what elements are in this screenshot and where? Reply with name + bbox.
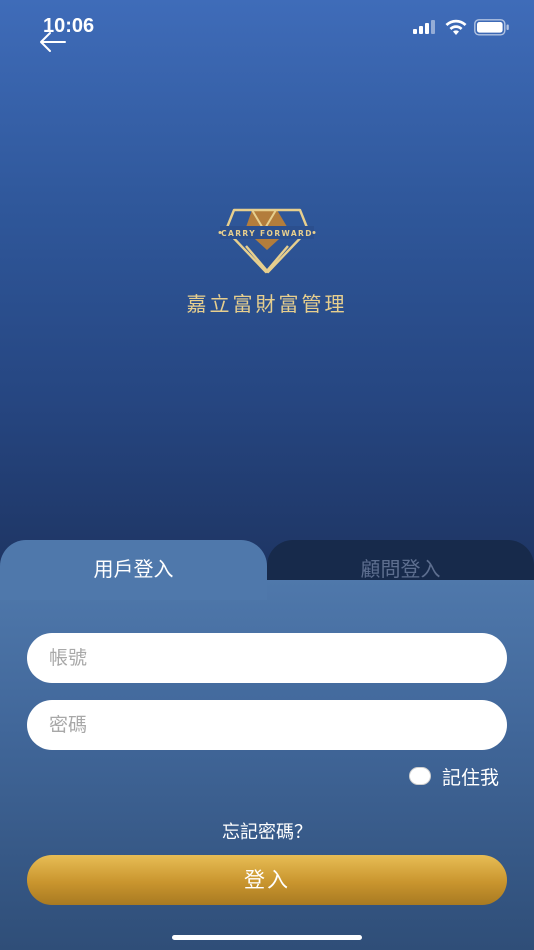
battery-icon: [474, 19, 509, 36]
home-indicator: [172, 935, 362, 940]
account-input[interactable]: [27, 633, 507, 683]
tab-advisor-login[interactable]: 顧問登入: [267, 540, 534, 582]
remember-me-toggle[interactable]: 記住我: [409, 764, 500, 789]
diamond-logo: CARRY FORWARD: [218, 208, 316, 274]
password-input[interactable]: [27, 700, 507, 750]
tab-user-login[interactable]: 用戶登入: [0, 540, 267, 600]
login-button[interactable]: 登入: [27, 855, 507, 905]
back-arrow-icon[interactable]: [38, 30, 68, 54]
forgot-password-link[interactable]: 忘記密碼？: [0, 818, 534, 844]
brand-title: 嘉立富財富管理: [186, 292, 348, 316]
signal-icon: [413, 20, 435, 34]
wifi-icon: [445, 19, 467, 35]
remember-label: 記住我: [442, 766, 500, 789]
logo-text: CARRY FORWARD: [221, 229, 313, 238]
status-bar: 10:06: [0, 0, 534, 56]
remember-checkbox[interactable]: [409, 767, 431, 785]
